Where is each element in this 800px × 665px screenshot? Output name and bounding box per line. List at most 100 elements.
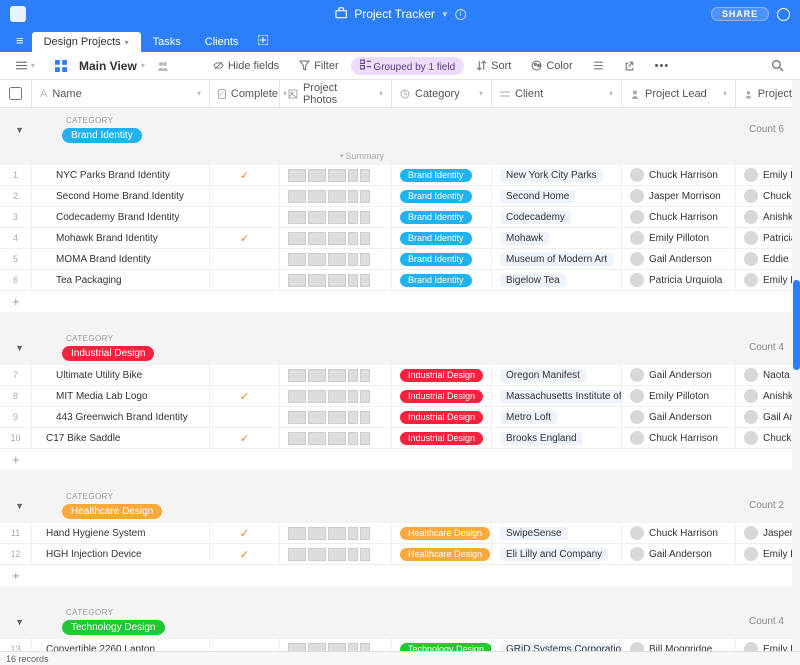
complete-cell[interactable]: ✓ xyxy=(210,386,280,406)
client-cell[interactable]: Eli Lilly and Company xyxy=(492,544,622,564)
photo-thumb[interactable] xyxy=(360,190,370,203)
photo-thumb[interactable] xyxy=(288,432,306,445)
photos-cell[interactable] xyxy=(280,249,392,269)
photos-cell[interactable] xyxy=(280,165,392,185)
client-cell[interactable]: Mohawk xyxy=(492,228,622,248)
photo-thumb[interactable] xyxy=(328,232,346,245)
team-cell[interactable]: Gail An xyxy=(736,407,800,427)
table-row[interactable]: 4 Mohawk Brand Identity ✓ Brand Identity… xyxy=(0,228,800,249)
views-menu-button[interactable]: ▾ xyxy=(8,57,43,74)
history-icon[interactable] xyxy=(777,8,790,21)
team-cell[interactable]: Anishka xyxy=(736,207,800,227)
photo-thumb[interactable] xyxy=(308,369,326,382)
complete-cell[interactable]: ✓ xyxy=(210,428,280,448)
app-logo[interactable] xyxy=(10,6,26,22)
tab-design-projects[interactable]: Design Projects▾ xyxy=(32,32,141,52)
photo-thumb[interactable] xyxy=(360,527,370,540)
table-row[interactable]: 6 Tea Packaging Brand Identity Bigelow T… xyxy=(0,270,800,291)
photos-cell[interactable] xyxy=(280,207,392,227)
complete-header[interactable]: ✓ Complete▾ xyxy=(210,80,280,107)
name-cell[interactable]: Tea Packaging xyxy=(32,270,210,290)
photo-thumb[interactable] xyxy=(360,390,370,403)
category-cell[interactable]: Industrial Design xyxy=(392,365,492,385)
search-icon[interactable] xyxy=(763,56,792,75)
photos-cell[interactable] xyxy=(280,428,392,448)
photo-thumb[interactable] xyxy=(288,548,306,561)
photo-thumb[interactable] xyxy=(348,274,358,287)
table-row[interactable]: 3 Codecademy Brand Identity Brand Identi… xyxy=(0,207,800,228)
category-cell[interactable]: Healthcare Design xyxy=(392,544,492,564)
photo-thumb[interactable] xyxy=(308,390,326,403)
photo-thumb[interactable] xyxy=(308,169,326,182)
photo-thumb[interactable] xyxy=(288,169,306,182)
grid-view-icon[interactable] xyxy=(47,57,75,75)
name-cell[interactable]: Codecademy Brand Identity xyxy=(32,207,210,227)
photo-thumb[interactable] xyxy=(288,253,306,266)
photo-thumb[interactable] xyxy=(360,548,370,561)
tab-tasks[interactable]: Tasks xyxy=(141,32,193,52)
color-button[interactable]: Color xyxy=(523,57,580,75)
photo-thumb[interactable] xyxy=(328,548,346,561)
photo-thumb[interactable] xyxy=(308,274,326,287)
name-cell[interactable]: MOMA Brand Identity xyxy=(32,249,210,269)
photo-thumb[interactable] xyxy=(328,253,346,266)
name-cell[interactable]: Mohawk Brand Identity xyxy=(32,228,210,248)
client-cell[interactable]: Oregon Manifest xyxy=(492,365,622,385)
lead-cell[interactable]: Chuck Harrison xyxy=(622,523,736,543)
photo-thumb[interactable] xyxy=(328,190,346,203)
photo-thumb[interactable] xyxy=(328,211,346,224)
photo-thumb[interactable] xyxy=(288,211,306,224)
photos-cell[interactable] xyxy=(280,407,392,427)
lead-cell[interactable]: Emily Pilloton xyxy=(622,386,736,406)
team-cell[interactable]: Emily P xyxy=(736,544,800,564)
complete-cell[interactable]: ✓ xyxy=(210,544,280,564)
client-cell[interactable]: Second Home xyxy=(492,186,622,206)
name-cell[interactable]: Hand Hygiene System xyxy=(32,523,210,543)
category-cell[interactable]: Industrial Design xyxy=(392,407,492,427)
photos-cell[interactable] xyxy=(280,186,392,206)
table-row[interactable]: 2 Second Home Brand Identity Brand Ident… xyxy=(0,186,800,207)
collapse-toggle[interactable]: ▼ xyxy=(13,341,26,355)
filter-button[interactable]: Filter xyxy=(291,57,346,75)
team-cell[interactable]: Chuck xyxy=(736,428,800,448)
team-cell[interactable]: Jasper xyxy=(736,523,800,543)
collapse-toggle[interactable]: ▼ xyxy=(13,499,26,513)
photo-thumb[interactable] xyxy=(348,432,358,445)
collaborators-icon[interactable] xyxy=(149,57,177,75)
lead-cell[interactable]: Gail Anderson xyxy=(622,365,736,385)
name-cell[interactable]: HGH Injection Device xyxy=(32,544,210,564)
photo-thumb[interactable] xyxy=(328,527,346,540)
select-all-checkbox[interactable] xyxy=(9,87,22,100)
client-cell[interactable]: New York City Parks xyxy=(492,165,622,185)
photo-thumb[interactable] xyxy=(328,390,346,403)
add-row-button[interactable]: + xyxy=(0,449,800,470)
photo-thumb[interactable] xyxy=(328,169,346,182)
table-row[interactable]: 5 MOMA Brand Identity Brand Identity Mus… xyxy=(0,249,800,270)
client-cell[interactable]: Museum of Modern Art xyxy=(492,249,622,269)
photo-thumb[interactable] xyxy=(288,190,306,203)
client-cell[interactable]: Brooks England xyxy=(492,428,622,448)
lead-cell[interactable]: Chuck Harrison xyxy=(622,165,736,185)
lead-cell[interactable]: Chuck Harrison xyxy=(622,428,736,448)
photo-thumb[interactable] xyxy=(360,369,370,382)
complete-cell[interactable] xyxy=(210,407,280,427)
complete-cell[interactable] xyxy=(210,186,280,206)
table-row[interactable]: 12 HGH Injection Device ✓ Healthcare Des… xyxy=(0,544,800,565)
category-header[interactable]: Category▾ xyxy=(392,80,492,107)
photo-thumb[interactable] xyxy=(308,527,326,540)
tab-clients[interactable]: Clients xyxy=(193,32,251,52)
photo-thumb[interactable] xyxy=(348,211,358,224)
lead-cell[interactable]: Gail Anderson xyxy=(622,544,736,564)
photo-thumb[interactable] xyxy=(288,390,306,403)
photo-thumb[interactable] xyxy=(348,390,358,403)
photos-header[interactable]: Project Photos▾ xyxy=(280,80,392,107)
category-cell[interactable]: Brand Identity xyxy=(392,228,492,248)
row-height-button[interactable] xyxy=(585,57,612,74)
photo-thumb[interactable] xyxy=(288,411,306,424)
photos-cell[interactable] xyxy=(280,228,392,248)
photo-thumb[interactable] xyxy=(360,232,370,245)
share-view-button[interactable] xyxy=(616,57,643,74)
info-icon[interactable]: i xyxy=(455,9,466,20)
more-button[interactable]: ••• xyxy=(647,57,678,75)
photos-cell[interactable] xyxy=(280,270,392,290)
